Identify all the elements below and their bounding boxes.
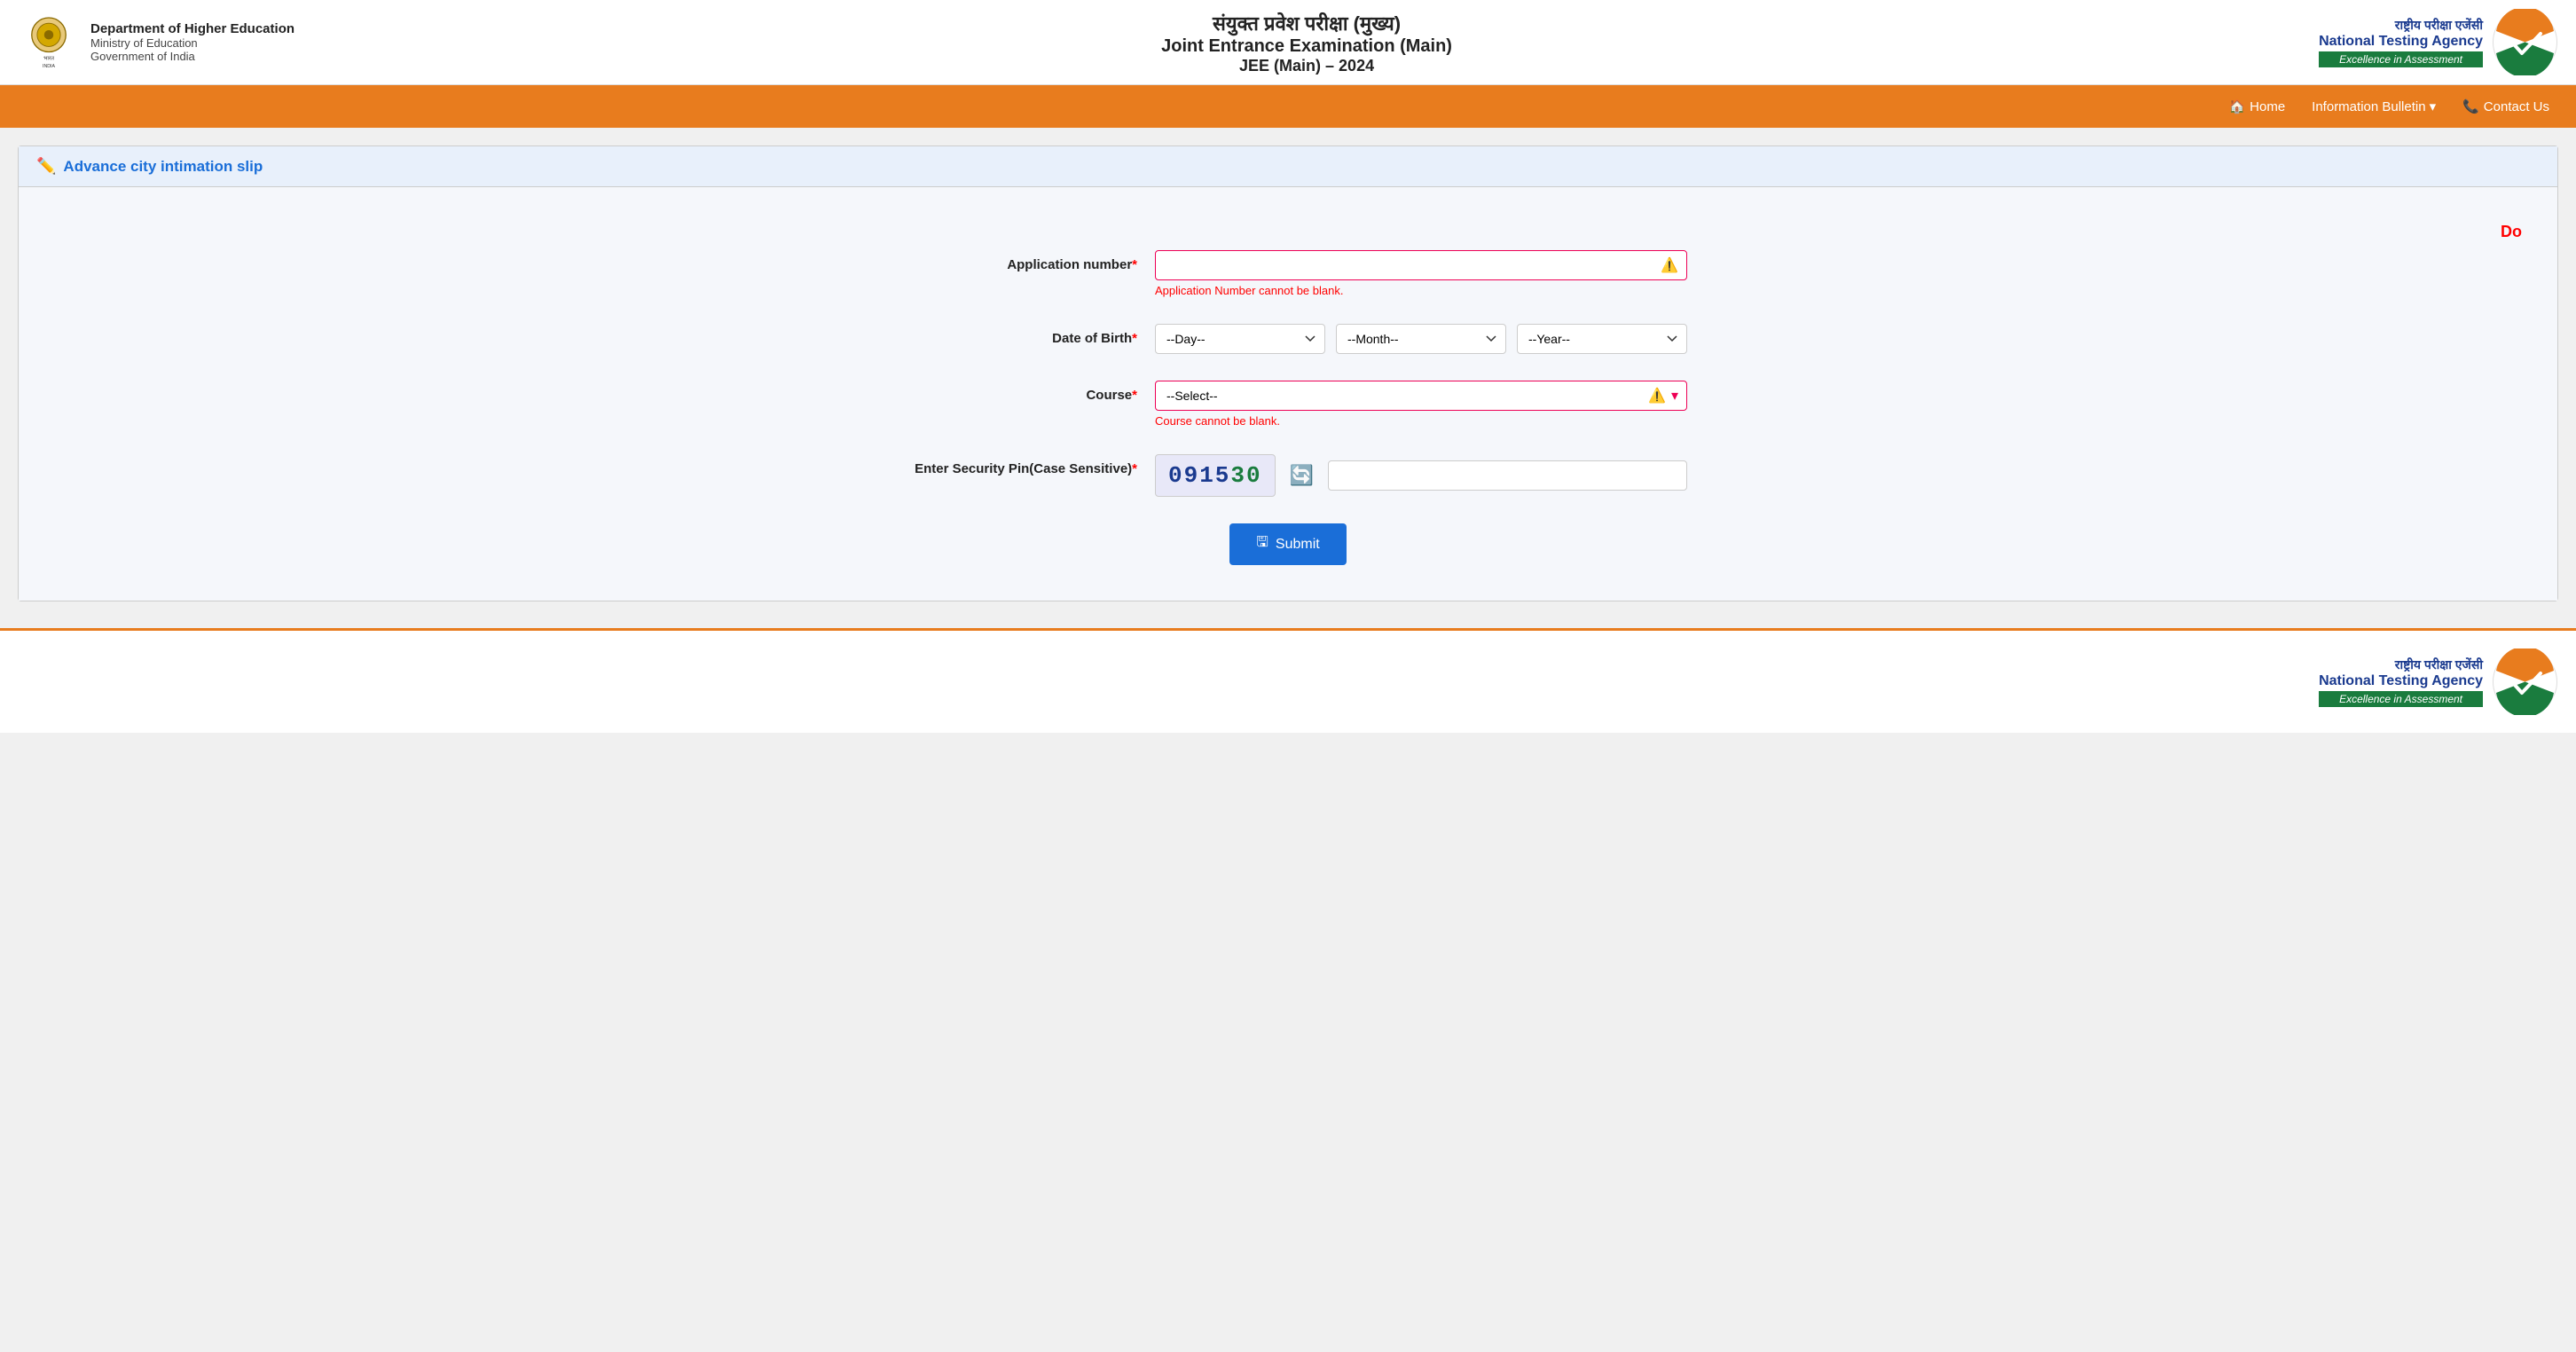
dob-field: --Day-- --Month-- --Year-- <box>1155 324 1687 354</box>
course-warning-icon: ⚠️ <box>1648 387 1666 405</box>
application-number-error: Application Number cannot be blank. <box>1155 284 1687 297</box>
course-select[interactable]: --Select-- <box>1155 381 1687 411</box>
nta-hindi-label: राष्ट्रीय परीक्षा एजेंसी <box>2319 17 2483 34</box>
course-field: --Select-- ⚠️ ▾ Course cannot be blank. <box>1155 381 1687 428</box>
header-title-block: संयुक्त प्रवेश परीक्षा (मुख्य) Joint Ent… <box>295 10 2319 75</box>
nta-english-label: National Testing Agency <box>2319 34 2483 50</box>
security-group: 091530 🔄 <box>1155 454 1687 497</box>
dept-ministry-label: Ministry of Education <box>90 36 295 50</box>
contact-us-nav-label: Contact Us <box>2484 99 2549 114</box>
dept-govt-label: Government of India <box>90 50 295 63</box>
edit-icon: ✏️ <box>36 157 56 176</box>
course-label: Course* <box>889 381 1155 403</box>
application-number-input[interactable] <box>1155 250 1687 280</box>
course-group: Course* --Select-- ⚠️ ▾ Course cannot be… <box>889 381 1687 428</box>
form-body: Do Application number* ⚠️ Application Nu… <box>19 187 2557 601</box>
security-pin-input[interactable] <box>1328 460 1687 491</box>
svg-text:भारत: भारत <box>43 55 54 61</box>
header-right: राष्ट्रीय परीक्षा एजेंसी National Testin… <box>2319 9 2558 75</box>
form-header: ✏️ Advance city intimation slip <box>19 146 2557 187</box>
dob-label: Date of Birth* <box>889 324 1155 346</box>
page-footer: राष्ट्रीय परीक्षा एजेंसी National Testin… <box>0 628 2576 733</box>
svg-text:INDIA: INDIA <box>43 64 56 69</box>
home-icon: 🏠 <box>2228 98 2245 114</box>
info-bulletin-label: Information Bulletin <box>2312 99 2425 114</box>
chevron-down-icon: ▾ <box>2430 98 2437 114</box>
footer-nta-tagline: Excellence in Assessment <box>2319 691 2483 707</box>
dob-year-select[interactable]: --Year-- <box>1517 324 1687 354</box>
captcha-green: 30 <box>1230 462 1261 489</box>
submit-icon: 🖫 <box>1256 532 1268 556</box>
exam-title-hindi: संयुक्त प्रवेश परीक्षा (मुख्य) <box>295 10 2319 36</box>
dob-day-select[interactable]: --Day-- <box>1155 324 1325 354</box>
course-chevron-icon: ▾ <box>1671 387 1678 405</box>
footer-nta-english: National Testing Agency <box>2319 673 2483 689</box>
course-error: Course cannot be blank. <box>1155 414 1687 428</box>
security-pin-group: Enter Security Pin(Case Sensitive)* 0915… <box>889 454 1687 497</box>
navigation-bar: 🏠 Home Information Bulletin ▾ 📞 Contact … <box>0 85 2576 128</box>
submit-button[interactable]: 🖫 Submit <box>1229 523 1346 565</box>
do-label: Do <box>36 223 2540 241</box>
info-bulletin-nav[interactable]: Information Bulletin ▾ <box>2312 98 2436 114</box>
security-pin-field: 091530 🔄 <box>1155 454 1687 497</box>
footer-nta-hindi: राष्ट्रीय परीक्षा एजेंसी <box>2319 656 2483 673</box>
dept-name-label: Department of Higher Education <box>90 21 295 36</box>
captcha-numbers: 0915 <box>1168 462 1230 489</box>
header-left: भारत INDIA Department of Higher Educatio… <box>18 12 295 74</box>
home-nav-label: Home <box>2250 99 2285 114</box>
submit-group: 🖫 Submit <box>889 523 1687 565</box>
dob-group: Date of Birth* --Day-- --Month-- --Year-… <box>889 324 1687 354</box>
security-pin-label: Enter Security Pin(Case Sensitive)* <box>889 454 1155 476</box>
dob-selects: --Day-- --Month-- --Year-- <box>1155 324 1687 354</box>
application-number-field: ⚠️ Application Number cannot be blank. <box>1155 250 1687 297</box>
dept-info: Department of Higher Education Ministry … <box>90 21 295 63</box>
phone-icon: 📞 <box>2462 98 2479 114</box>
warning-icon: ⚠️ <box>1661 256 1678 274</box>
footer-nta: राष्ट्रीय परीक्षा एजेंसी National Testin… <box>2319 648 2558 715</box>
dob-month-select[interactable]: --Month-- <box>1336 324 1506 354</box>
refresh-captcha-icon[interactable]: 🔄 <box>1290 464 1314 487</box>
course-icons: ⚠️ ▾ <box>1648 387 1678 405</box>
form-container: ✏️ Advance city intimation slip Do Appli… <box>18 145 2558 601</box>
main-content: ✏️ Advance city intimation slip Do Appli… <box>0 128 2576 619</box>
exam-title-year: JEE (Main) – 2024 <box>295 57 2319 75</box>
application-number-input-wrapper: ⚠️ <box>1155 250 1687 280</box>
contact-us-nav-link[interactable]: 📞 Contact Us <box>2462 98 2549 114</box>
course-select-wrapper: --Select-- ⚠️ ▾ <box>1155 381 1687 411</box>
application-number-group: Application number* ⚠️ Application Numbe… <box>889 250 1687 297</box>
exam-title-english: Joint Entrance Examination (Main) <box>295 36 2319 57</box>
home-nav-link[interactable]: 🏠 Home <box>2228 98 2285 114</box>
submit-label: Submit <box>1276 537 1320 553</box>
nta-tagline-label: Excellence in Assessment <box>2319 51 2483 67</box>
captcha-display: 091530 <box>1155 454 1276 497</box>
footer-nta-text: राष्ट्रीय परीक्षा एजेंसी National Testin… <box>2319 656 2483 707</box>
form-section-title: Advance city intimation slip <box>63 158 263 176</box>
footer-nta-logo-icon <box>2492 648 2558 715</box>
nta-logo-icon <box>2492 9 2558 75</box>
application-number-label: Application number* <box>889 250 1155 272</box>
nta-text: राष्ट्रीय परीक्षा एजेंसी National Testin… <box>2319 17 2483 67</box>
page-header: भारत INDIA Department of Higher Educatio… <box>0 0 2576 85</box>
india-emblem-icon: भारत INDIA <box>18 12 80 74</box>
